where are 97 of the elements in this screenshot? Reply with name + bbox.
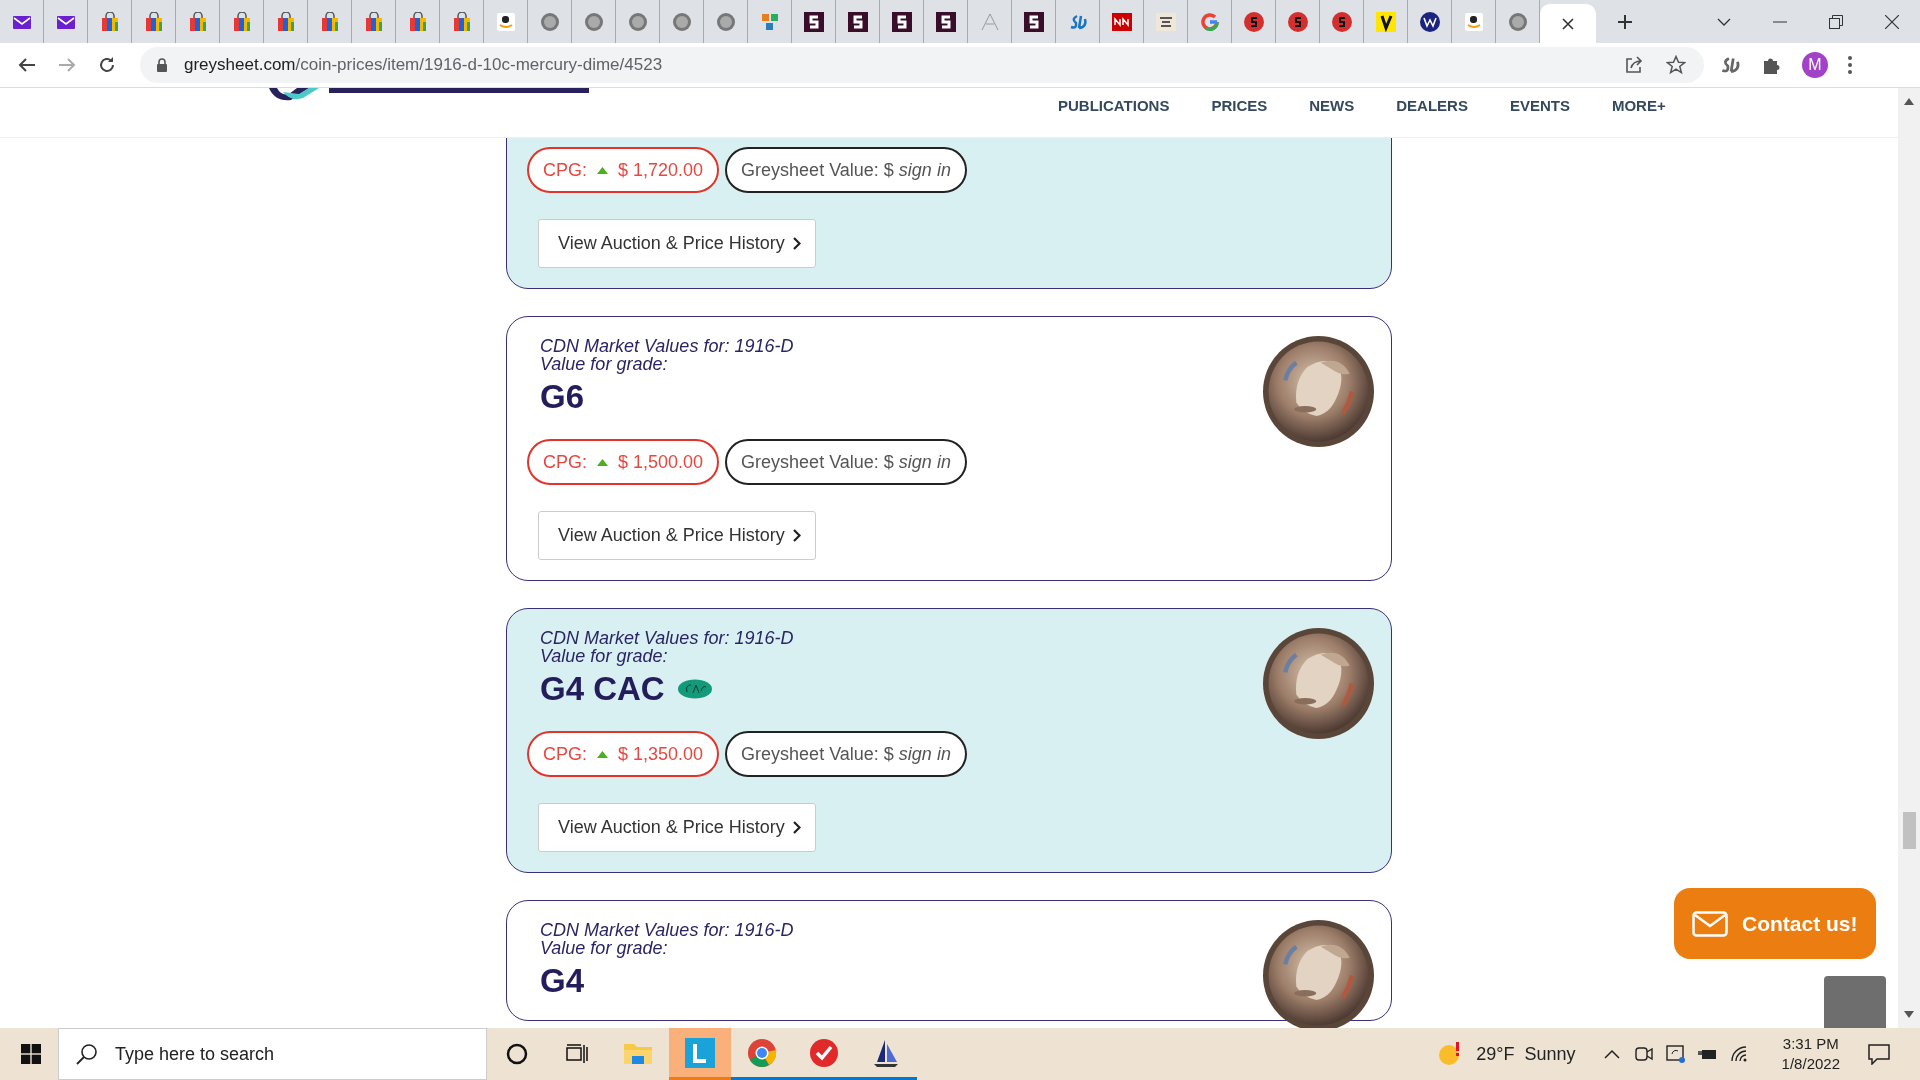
shopping-bag-icon bbox=[188, 11, 207, 32]
w-logo-icon bbox=[1419, 11, 1440, 32]
nav-link[interactable]: EVENTS bbox=[1509, 97, 1570, 114]
market-values-title: CDN Market Values for: 1916-D bbox=[540, 337, 795, 355]
s-circle-icon bbox=[1331, 11, 1352, 32]
cpg-price: $ 1,500.00 bbox=[618, 451, 704, 473]
minimize-icon[interactable] bbox=[1773, 20, 1787, 23]
weather-text[interactable]: 29°F Sunny bbox=[1476, 1043, 1576, 1065]
chevron-down-icon[interactable] bbox=[1717, 17, 1731, 26]
camera-icon[interactable] bbox=[1633, 1045, 1654, 1063]
s-logo-icon bbox=[847, 11, 868, 32]
chevron-right-icon bbox=[792, 821, 801, 834]
close-icon[interactable] bbox=[1561, 16, 1575, 31]
peak-icon bbox=[979, 11, 1000, 32]
nav-link[interactable]: MORE+ bbox=[1611, 97, 1666, 114]
address-bar-url[interactable]: greysheet.com/coin-prices/item/1916-d-10c-mercury-dime/4523 bbox=[184, 55, 663, 75]
clock-date[interactable]: 1/8/2022 bbox=[1781, 1054, 1840, 1074]
checkmark-icon bbox=[809, 1037, 839, 1068]
grade-heading: G4 bbox=[540, 962, 585, 1000]
scroll-down-arrow-icon[interactable] bbox=[1904, 1011, 1914, 1018]
scroll-up-arrow-icon[interactable] bbox=[1904, 98, 1914, 105]
s-logo-icon bbox=[935, 11, 956, 32]
coin-icon bbox=[671, 11, 692, 32]
chevron-right-icon bbox=[792, 529, 801, 542]
close-icon[interactable] bbox=[1885, 14, 1899, 29]
sign-in-link[interactable]: sign in bbox=[898, 159, 951, 181]
coin-icon bbox=[627, 11, 648, 32]
market-values-title: CDN Market Values for: 1916-D bbox=[540, 921, 795, 939]
news-logo-icon bbox=[1111, 12, 1132, 31]
price-history-button[interactable]: View Auction & Price History bbox=[538, 803, 816, 852]
coin-icon bbox=[1507, 11, 1528, 32]
coin-icon bbox=[539, 11, 560, 32]
clock-time[interactable]: 3:31 PM bbox=[1782, 1034, 1839, 1054]
greysheet-value-label: Greysheet Value: $ bbox=[741, 743, 894, 765]
v-logo-icon bbox=[1375, 11, 1396, 32]
sign-in-link[interactable]: sign in bbox=[898, 743, 951, 765]
search-field[interactable]: Type here to search bbox=[58, 1028, 487, 1080]
shopping-bag-icon bbox=[276, 11, 295, 32]
cpg-label: CPG: bbox=[543, 451, 587, 473]
task-view-icon[interactable] bbox=[566, 1044, 588, 1064]
shopping-bag-icon bbox=[364, 11, 383, 32]
reload-icon[interactable] bbox=[97, 55, 117, 75]
grade-heading: G6 bbox=[540, 378, 585, 416]
coin-icon bbox=[715, 11, 736, 32]
shopping-bag-icon bbox=[320, 11, 339, 32]
s-circle-icon bbox=[1243, 11, 1264, 32]
greysheet-value-label: Greysheet Value: $ bbox=[741, 159, 894, 181]
restore-icon[interactable] bbox=[1829, 14, 1843, 29]
oval-sticker-icon bbox=[676, 679, 713, 699]
chevron-right-icon bbox=[792, 237, 801, 250]
scrollbar-thumb[interactable] bbox=[1903, 812, 1916, 849]
cpg-price: $ 1,350.00 bbox=[618, 743, 704, 765]
shopping-bag-icon bbox=[408, 11, 427, 32]
notification-icon[interactable] bbox=[1868, 1043, 1890, 1065]
cpg-price: $ 1,720.00 bbox=[618, 159, 704, 181]
cubes-icon bbox=[759, 11, 780, 32]
envelope-icon bbox=[1692, 910, 1728, 937]
nav-link[interactable]: NEWS bbox=[1309, 97, 1355, 114]
grade-label: Value for grade: bbox=[540, 939, 669, 957]
grade-heading: G4 CAC bbox=[540, 670, 665, 708]
s-circle-icon bbox=[1287, 11, 1308, 32]
envelope-icon bbox=[55, 13, 76, 30]
s-logo-icon bbox=[803, 11, 824, 32]
market-values-title: CDN Market Values for: 1916-D bbox=[540, 629, 795, 647]
chrome-icon bbox=[747, 1037, 777, 1068]
grade-label: Value for grade: bbox=[540, 355, 669, 373]
shopping-bag-icon bbox=[100, 11, 119, 32]
s-logo-icon bbox=[1023, 11, 1044, 32]
book-cover-icon bbox=[1155, 12, 1176, 31]
shopping-bag-icon bbox=[144, 11, 163, 32]
more-menu-icon[interactable] bbox=[1848, 56, 1852, 74]
sign-in-link[interactable]: sign in bbox=[898, 451, 951, 473]
nav-link[interactable]: PUBLICATIONS bbox=[1058, 97, 1170, 114]
circle-icon[interactable] bbox=[506, 1043, 528, 1065]
share-icon[interactable] bbox=[1624, 55, 1644, 75]
sync-screen-icon[interactable] bbox=[1665, 1045, 1686, 1063]
s-logo-icon bbox=[891, 11, 912, 32]
price-history-button[interactable]: View Auction & Price History bbox=[538, 511, 816, 560]
windows-logo-icon[interactable] bbox=[21, 1044, 41, 1064]
profile-avatar[interactable]: M bbox=[1802, 52, 1828, 78]
price-history-button[interactable]: View Auction & Price History bbox=[538, 219, 816, 268]
cpg-label: CPG: bbox=[543, 743, 587, 765]
lock-icon bbox=[156, 58, 168, 72]
envelope-icon bbox=[11, 13, 32, 30]
multicolor-ring-icon bbox=[1199, 11, 1220, 32]
greysheet-value-label: Greysheet Value: $ bbox=[741, 451, 894, 473]
search-icon bbox=[76, 1043, 98, 1065]
grade-label: Value for grade: bbox=[540, 647, 669, 665]
coin-icon bbox=[583, 11, 604, 32]
l-tile-icon bbox=[685, 1037, 715, 1068]
nav-link[interactable]: DEALERS bbox=[1396, 97, 1468, 114]
shopping-bag-icon bbox=[452, 11, 471, 32]
plus-icon[interactable] bbox=[1618, 14, 1632, 29]
nav-link[interactable]: PRICES bbox=[1211, 97, 1268, 114]
cpg-label: CPG: bbox=[543, 159, 587, 181]
star-icon[interactable] bbox=[1666, 55, 1686, 75]
shopping-bag-icon bbox=[232, 11, 251, 32]
